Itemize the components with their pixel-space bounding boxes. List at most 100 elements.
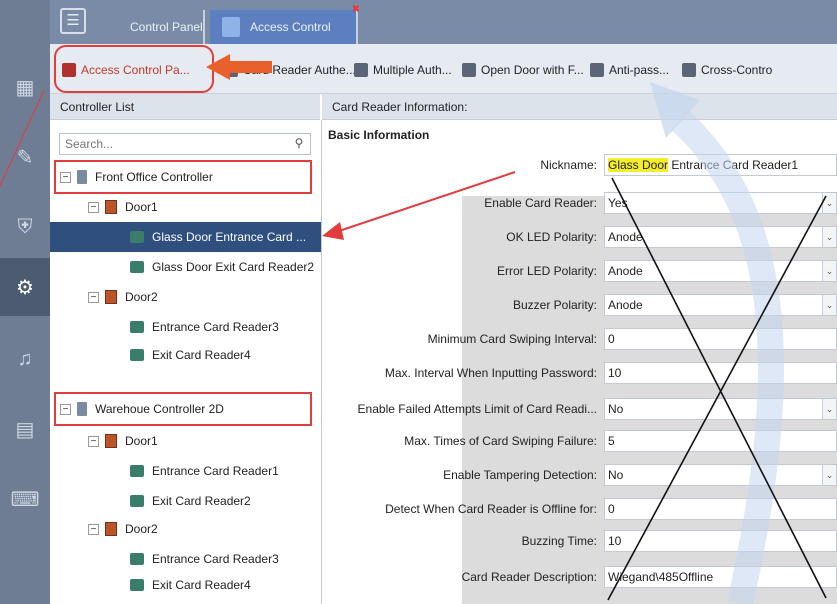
tree-item-door[interactable]: − Door1 — [50, 426, 321, 456]
field-input[interactable]: Wiegand\485Offline — [604, 566, 837, 588]
form-row: Detect When Card Reader is Offline for: 0 — [322, 496, 837, 522]
form-row: Buzzer Polarity: Anode ⌄ — [322, 292, 837, 318]
field-value-text: No — [608, 402, 624, 416]
form-row: Max. Interval When Inputting Password: 10 — [322, 360, 837, 386]
gear-icon[interactable]: ⚙ — [0, 258, 50, 316]
field-input[interactable]: 10 — [604, 530, 837, 552]
field-label: Nickname: — [540, 158, 597, 172]
field-select[interactable]: Anode ⌄ — [604, 260, 837, 282]
dropdown-arrow-icon[interactable]: ⌄ — [822, 227, 836, 247]
form-row: Enable Failed Attempts Limit of Card Rea… — [322, 396, 837, 422]
tree-item-card-reader[interactable]: Exit Card Reader2 — [50, 486, 321, 516]
clipboard-icon[interactable]: ✎ — [0, 128, 50, 186]
controller-tree-panel: ⚲ − Front Office Controller − Door1 Glas… — [50, 120, 322, 604]
tree-item-card-reader[interactable]: Entrance Card Reader1 — [50, 456, 321, 486]
cross-controller-icon — [682, 63, 696, 77]
toolbar-label: Anti-pass... — [609, 63, 670, 77]
tree-label: Door2 — [125, 522, 158, 536]
search-input[interactable] — [60, 134, 286, 154]
form-row: Error LED Polarity: Anode ⌄ — [322, 258, 837, 284]
card-reader-info-panel: Basic Information Nickname: Glass Door En… — [322, 120, 837, 604]
annotation-highlight-box — [54, 45, 214, 93]
form-row: Minimum Card Swiping Interval: 0 — [322, 326, 837, 352]
form-row: Max. Times of Card Swiping Failure: 5 — [322, 428, 837, 454]
tree-item-card-reader[interactable]: Glass Door Entrance Card ... — [50, 222, 321, 252]
field-label: Enable Tampering Detection: — [443, 468, 597, 482]
dropdown-arrow-icon[interactable]: ⌄ — [822, 295, 836, 315]
tree-item-card-reader[interactable]: Exit Card Reader4 — [50, 340, 321, 370]
report-icon[interactable]: ▤ — [0, 400, 50, 458]
collapse-icon[interactable]: − — [88, 291, 99, 303]
grid-icon[interactable]: ▦ — [0, 58, 50, 116]
collapse-icon[interactable]: − — [88, 523, 99, 535]
tab-access-control[interactable]: Access Control ✖ — [210, 4, 360, 44]
dropdown-arrow-icon[interactable]: ⌄ — [822, 465, 836, 485]
form-row: Enable Tampering Detection: No ⌄ — [322, 462, 837, 488]
tree-item-card-reader[interactable]: Glass Door Exit Card Reader2 — [50, 252, 321, 282]
toolbar-label: Open Door with F... — [481, 63, 584, 77]
tree-item-card-reader[interactable]: Exit Card Reader4 — [50, 570, 321, 600]
toolbar-label: Card Reader Authe... — [243, 63, 356, 77]
left-sidebar: ▦ ✎ ⛨ ⚙ ♫ ▤ ⌨ — [0, 0, 50, 604]
card-reader-icon — [224, 63, 238, 77]
form-row: Buzzing Time: 10 — [322, 528, 837, 554]
door-icon — [105, 290, 117, 304]
top-tab-bar: ☰ Control Panel Access Control ✖ — [50, 0, 837, 44]
tab-label: Control Panel — [130, 20, 203, 34]
keyboard-icon[interactable]: ⌨ — [0, 470, 50, 528]
field-input[interactable]: 5 — [604, 430, 837, 452]
collapse-icon[interactable]: − — [88, 435, 99, 447]
field-select[interactable]: Yes ⌄ — [604, 192, 837, 214]
door-icon — [105, 200, 117, 214]
toolbar-anti-passback[interactable]: Anti-pass... — [590, 61, 669, 79]
toolbar-label: Cross-Contro — [701, 63, 773, 77]
tree-label: Exit Card Reader4 — [152, 578, 251, 592]
tree-label: Exit Card Reader4 — [152, 348, 251, 362]
toolbar-multiple-authentication[interactable]: Multiple Auth... — [354, 61, 452, 79]
tree-item-card-reader[interactable]: Entrance Card Reader3 — [50, 312, 321, 342]
field-label: Error LED Polarity: — [496, 264, 597, 278]
field-label: Detect When Card Reader is Offline for: — [385, 502, 597, 516]
field-input[interactable]: 10 — [604, 362, 837, 384]
collapse-icon[interactable]: − — [88, 201, 99, 213]
tree-item-door[interactable]: − Door2 — [50, 282, 321, 312]
field-label: Card Reader Description: — [461, 570, 597, 584]
field-label: Enable Failed Attempts Limit of Card Rea… — [357, 402, 597, 416]
field-input[interactable]: 0 — [604, 328, 837, 350]
tree-item-door[interactable]: − Door1 — [50, 192, 321, 222]
tree-item-door[interactable]: − Door2 — [50, 514, 321, 544]
form-row: OK LED Polarity: Anode ⌄ — [322, 224, 837, 250]
toolbar-cross-controller[interactable]: Cross-Contro — [682, 61, 772, 79]
shield-icon[interactable]: ⛨ — [0, 198, 50, 256]
field-input[interactable]: 0 — [604, 498, 837, 520]
card-reader-icon — [130, 349, 144, 361]
field-value-text: Anode — [608, 264, 643, 278]
field-input[interactable]: Glass Door Entrance Card Reader1 — [604, 154, 837, 176]
card-reader-icon — [130, 321, 144, 333]
tree-label: Exit Card Reader2 — [152, 494, 251, 508]
tree-label: Glass Door Entrance Card ... — [152, 230, 307, 244]
anti-passback-icon — [590, 63, 604, 77]
card-reader-icon — [130, 261, 144, 273]
dropdown-arrow-icon[interactable]: ⌄ — [822, 261, 836, 281]
field-select[interactable]: Anode ⌄ — [604, 226, 837, 248]
tab-control-panel[interactable]: Control Panel — [90, 10, 205, 44]
close-icon[interactable]: ✖ — [352, 4, 360, 15]
search-icon[interactable]: ⚲ — [290, 136, 308, 152]
field-select[interactable]: Anode ⌄ — [604, 294, 837, 316]
field-value-text: Wiegand\485Offline — [608, 570, 714, 584]
toolbar-open-door-first-card[interactable]: Open Door with F... — [462, 61, 584, 79]
field-select[interactable]: No ⌄ — [604, 398, 837, 420]
microphone-icon[interactable]: ♫ — [0, 330, 50, 388]
dropdown-arrow-icon[interactable]: ⌄ — [822, 193, 836, 213]
form-row: Nickname: Glass Door Entrance Card Reader… — [322, 152, 837, 178]
dropdown-arrow-icon[interactable]: ⌄ — [822, 399, 836, 419]
tree-label: Door1 — [125, 434, 158, 448]
field-select[interactable]: No ⌄ — [604, 464, 837, 486]
card-reader-icon — [130, 553, 144, 565]
annotation-box-warehouse — [54, 392, 312, 426]
door-icon — [105, 434, 117, 448]
menu-icon[interactable]: ☰ — [60, 8, 86, 34]
annotation-box-front-office — [54, 160, 312, 194]
toolbar-card-reader-authentication[interactable]: Card Reader Authe... — [224, 61, 356, 79]
